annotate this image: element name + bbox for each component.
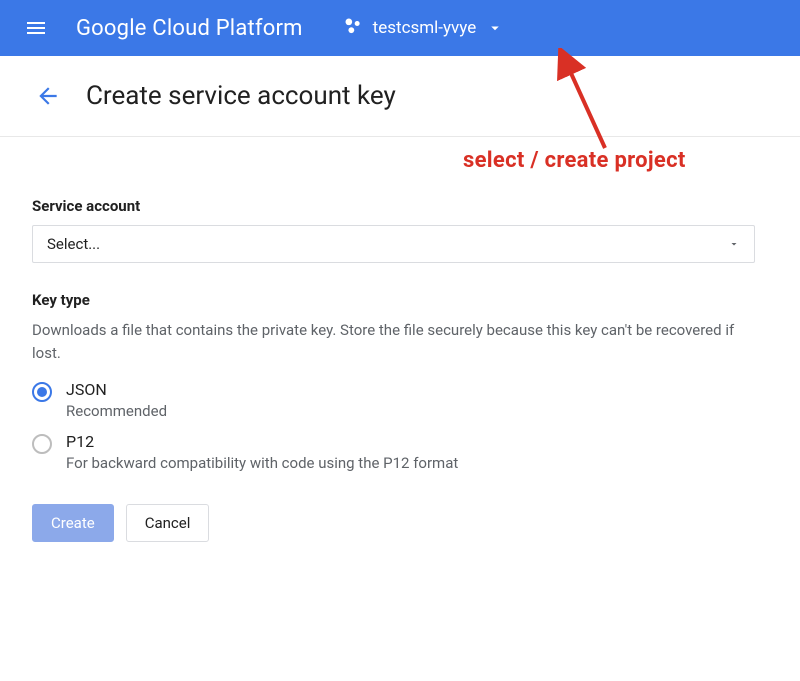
topbar: Google Cloud Platform testcsml-yvye xyxy=(0,0,800,56)
menu-icon[interactable] xyxy=(12,4,60,52)
project-name: testcsml-yvye xyxy=(373,18,477,38)
dropdown-arrow-icon xyxy=(728,235,740,254)
create-button[interactable]: Create xyxy=(32,504,114,542)
project-selector[interactable]: testcsml-yvye xyxy=(343,16,505,40)
radio-sublabel-json: Recommended xyxy=(66,402,167,420)
page-title: Create service account key xyxy=(86,81,396,111)
content-area: Service account Select... Key type Downl… xyxy=(0,137,800,542)
key-type-description: Downloads a file that contains the priva… xyxy=(32,319,755,364)
radio-group: JSON Recommended P12 For backward compat… xyxy=(32,380,755,472)
radio-option-json[interactable]: JSON Recommended xyxy=(32,380,755,420)
radio-button-json[interactable] xyxy=(32,382,52,402)
project-icon xyxy=(343,16,363,40)
chevron-down-icon xyxy=(486,19,504,37)
page-header: Create service account key xyxy=(0,56,800,137)
button-row: Create Cancel xyxy=(32,504,755,542)
service-account-label: Service account xyxy=(32,197,755,215)
product-name: Google Cloud Platform xyxy=(76,16,303,41)
radio-button-p12[interactable] xyxy=(32,434,52,454)
key-type-label: Key type xyxy=(32,291,755,309)
service-account-select[interactable]: Select... xyxy=(32,225,755,263)
cancel-button[interactable]: Cancel xyxy=(126,504,210,542)
select-placeholder: Select... xyxy=(47,235,100,253)
key-type-section: Key type Downloads a file that contains … xyxy=(32,291,755,542)
annotation-text: select / create project xyxy=(463,148,686,173)
radio-sublabel-p12: For backward compatibility with code usi… xyxy=(66,454,458,472)
back-arrow-icon[interactable] xyxy=(28,76,68,116)
radio-option-p12[interactable]: P12 For backward compatibility with code… xyxy=(32,432,755,472)
radio-label-json: JSON xyxy=(66,380,167,399)
radio-label-p12: P12 xyxy=(66,432,458,451)
